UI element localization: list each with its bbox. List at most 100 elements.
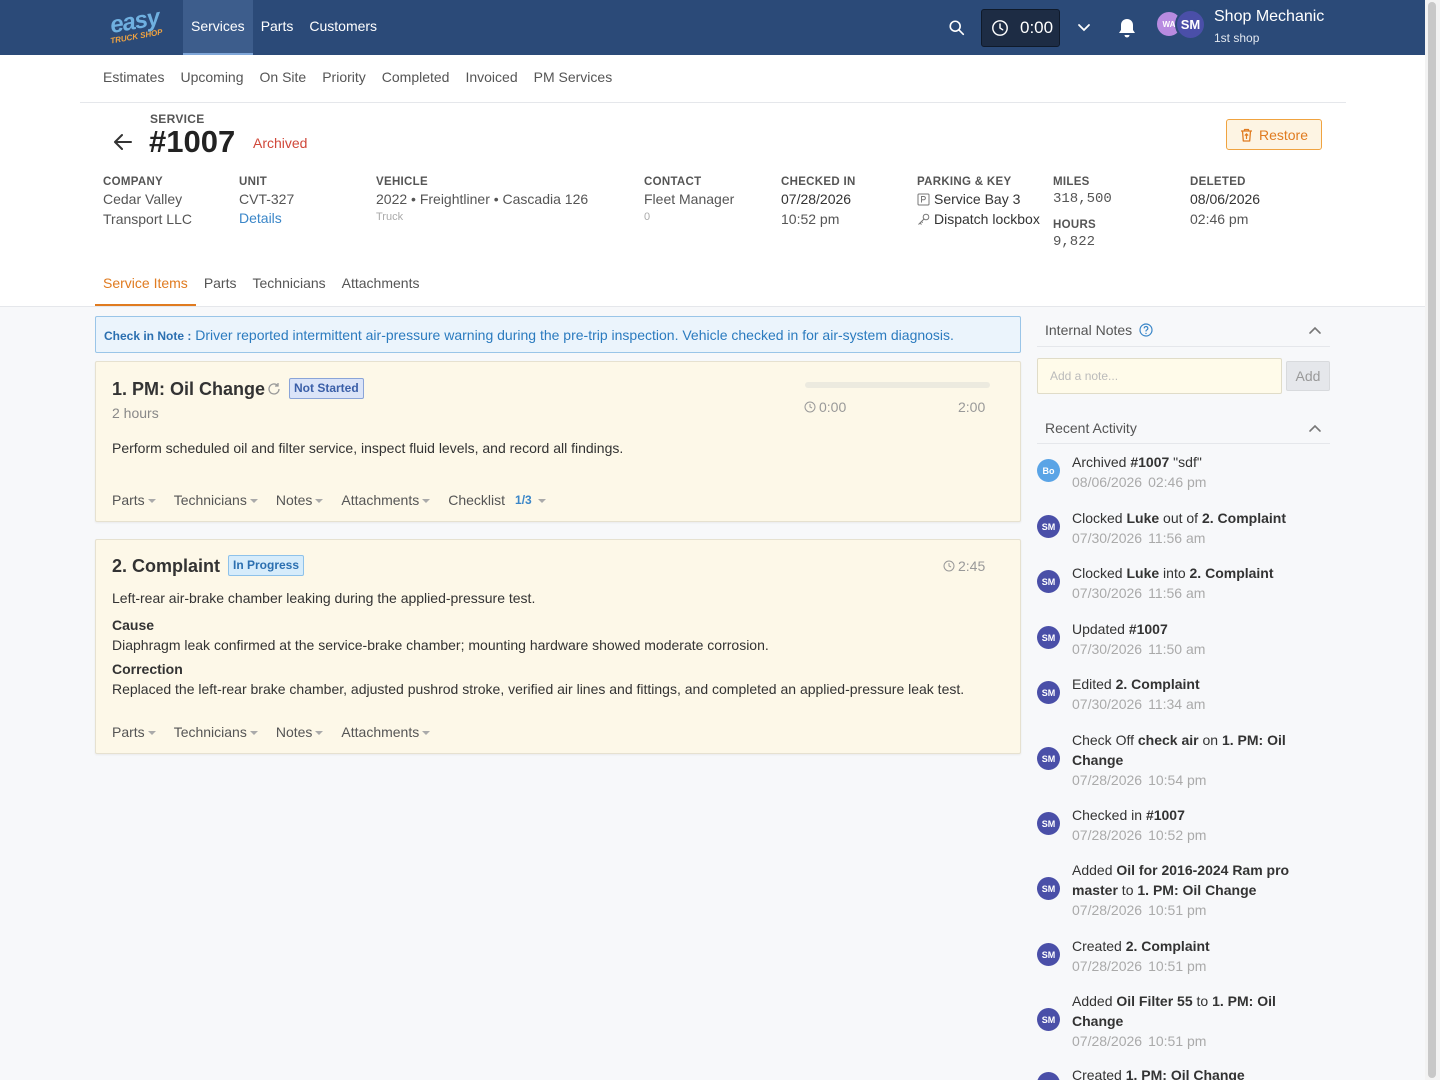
activity-subject: Luke bbox=[1126, 565, 1160, 581]
activity-date: 07/30/2026 bbox=[1072, 696, 1143, 712]
activity-connector: out of bbox=[1159, 510, 1202, 526]
checklist-count: 1/3 bbox=[515, 493, 532, 507]
footer-technicians[interactable]: Technicians bbox=[174, 724, 258, 740]
clock-icon bbox=[992, 20, 1008, 36]
page-scrollbar[interactable] bbox=[1425, 0, 1440, 1080]
subnav-upcoming[interactable]: Upcoming bbox=[180, 69, 243, 85]
activity-action: Created bbox=[1072, 1067, 1126, 1080]
activity-time: 10:51 pm bbox=[1148, 958, 1207, 974]
add-note-button[interactable]: Add bbox=[1286, 361, 1330, 391]
subnav-invoiced[interactable]: Invoiced bbox=[465, 69, 517, 85]
footer-label: Checklist bbox=[448, 492, 506, 508]
service-item-description: Left-rear air-brake chamber leaking duri… bbox=[112, 590, 536, 606]
unit-details-link[interactable]: Details bbox=[239, 209, 294, 227]
tab-service-items[interactable]: Service Items bbox=[95, 269, 196, 306]
footer-label: Attachments bbox=[341, 492, 420, 508]
caret-down-icon bbox=[537, 499, 546, 503]
activity-time: 11:56 am bbox=[1148, 585, 1206, 601]
bell-icon[interactable] bbox=[1117, 17, 1137, 39]
activity-text: Updated #1007 07/30/2026 11:50 am bbox=[1072, 619, 1327, 659]
status-badge: In Progress bbox=[228, 555, 305, 576]
footer-attachments[interactable]: Attachments bbox=[341, 492, 431, 508]
service-item-card-2[interactable]: 2. Complaint In Progress 2:45 Left-rear … bbox=[95, 539, 1021, 754]
footer-label: Attachments bbox=[341, 724, 420, 740]
avatar-sm[interactable]: SM bbox=[1175, 9, 1206, 40]
footer-attachments[interactable]: Attachments bbox=[341, 724, 431, 740]
footer-notes[interactable]: Notes bbox=[276, 724, 324, 740]
activity-date: 07/30/2026 bbox=[1072, 585, 1143, 601]
chevron-down-icon[interactable] bbox=[1077, 22, 1091, 34]
check-in-note-text: Driver reported intermittent air-pressur… bbox=[195, 327, 954, 343]
internal-notes-title[interactable]: Internal Notes bbox=[1045, 322, 1132, 338]
caret-down-icon bbox=[249, 499, 258, 503]
subnav-estimates[interactable]: Estimates bbox=[103, 69, 164, 85]
miles-hours-info: MILES 318,500 HOURS 9,822 bbox=[1053, 175, 1112, 252]
unit-label: UNIT bbox=[239, 176, 268, 188]
footer-parts[interactable]: Parts bbox=[112, 724, 156, 740]
activity-subject: 2. Complaint bbox=[1115, 676, 1200, 692]
activity-timestamp: 07/30/2026 11:50 am bbox=[1072, 639, 1327, 659]
easy-truck-shop-logo[interactable]: easy TRUCK SHOP bbox=[108, 4, 164, 46]
footer-checklist[interactable]: Checklist 1/3 bbox=[448, 492, 546, 508]
clock-timer-button[interactable]: 0:00 bbox=[981, 9, 1060, 47]
back-arrow-icon[interactable] bbox=[113, 133, 133, 151]
refresh-icon[interactable] bbox=[267, 382, 281, 396]
divider bbox=[80, 102, 1346, 103]
activity-date: 07/30/2026 bbox=[1072, 530, 1143, 546]
footer-parts[interactable]: Parts bbox=[112, 492, 156, 508]
subnav-pm-services[interactable]: PM Services bbox=[534, 69, 613, 85]
activity-timestamp: 07/28/2026 10:52 pm bbox=[1072, 825, 1327, 845]
subnav-priority[interactable]: Priority bbox=[322, 69, 366, 85]
caret-down-icon bbox=[422, 731, 431, 735]
tab-technicians[interactable]: Technicians bbox=[245, 269, 334, 306]
correction-heading: Correction bbox=[112, 661, 183, 677]
activity-connector: to bbox=[1117, 882, 1138, 898]
chevron-up-icon[interactable] bbox=[1308, 325, 1322, 335]
restore-button[interactable]: Restore bbox=[1226, 119, 1322, 150]
footer-technicians[interactable]: Technicians bbox=[174, 492, 258, 508]
unit-value: CVT-327 bbox=[239, 191, 295, 207]
service-item-card-1[interactable]: 1. PM: Oil Change Not Started 2 hours 0:… bbox=[95, 361, 1021, 522]
parking-row: Service Bay 3 bbox=[917, 189, 1040, 209]
scrollbar-thumb[interactable] bbox=[1428, 2, 1436, 1078]
activity-action: Created bbox=[1072, 938, 1126, 954]
chevron-up-icon[interactable] bbox=[1308, 423, 1322, 433]
footer-notes[interactable]: Notes bbox=[276, 492, 324, 508]
activity-text: Clocked Luke out of 2. Complaint 07/30/20… bbox=[1072, 508, 1327, 548]
activity-time: 11:34 am bbox=[1148, 696, 1206, 712]
service-item-title: 1. PM: Oil Change bbox=[112, 379, 266, 399]
footer-label: Parts bbox=[112, 724, 145, 740]
nav-services[interactable]: Services bbox=[183, 0, 253, 55]
nav-parts[interactable]: Parts bbox=[253, 0, 302, 55]
activity-timestamp: 07/28/2026 10:51 pm bbox=[1072, 1031, 1327, 1051]
subnav-on-site[interactable]: On Site bbox=[260, 69, 307, 85]
service-item-footer: Parts Technicians Notes Attachments Chec… bbox=[112, 492, 564, 508]
help-icon[interactable] bbox=[1139, 323, 1153, 337]
miles-label: MILES bbox=[1053, 176, 1090, 188]
key-row: Dispatch lockbox bbox=[917, 209, 1040, 229]
recent-activity-title[interactable]: Recent Activity bbox=[1045, 420, 1137, 436]
activity-timestamp: 07/30/2026 11:56 am bbox=[1072, 528, 1327, 548]
activity-text: Created 1. PM: Oil Change bbox=[1072, 1065, 1327, 1080]
time-logged-value: 2:45 bbox=[958, 558, 986, 574]
hours-value: 9,822 bbox=[1053, 234, 1096, 250]
search-icon[interactable] bbox=[948, 19, 966, 37]
deleted-time: 02:46 pm bbox=[1190, 211, 1249, 227]
avatar: SM bbox=[1037, 681, 1060, 704]
service-item-title: 2. Complaint bbox=[112, 556, 221, 576]
company-name-line2: Transport LLC bbox=[103, 211, 192, 227]
tab-parts[interactable]: Parts bbox=[196, 269, 245, 306]
activity-text: Archived #1007 "sdf" 08/06/2026 02:46 pm bbox=[1072, 452, 1327, 492]
subnav-completed[interactable]: Completed bbox=[382, 69, 450, 85]
activity-action: Checked in bbox=[1072, 807, 1146, 823]
parking-key-label: PARKING & KEY bbox=[917, 176, 1012, 188]
activity-subject: Luke bbox=[1126, 510, 1160, 526]
nav-customers[interactable]: Customers bbox=[301, 0, 385, 55]
caret-down-icon bbox=[147, 499, 156, 503]
divider bbox=[1037, 346, 1330, 347]
user-name[interactable]: Shop Mechanic bbox=[1214, 8, 1324, 26]
activity-subject: #1007 bbox=[1130, 454, 1170, 470]
tab-attachments[interactable]: Attachments bbox=[334, 269, 428, 306]
add-note-input[interactable] bbox=[1037, 358, 1282, 394]
footer-label: Notes bbox=[275, 492, 313, 508]
